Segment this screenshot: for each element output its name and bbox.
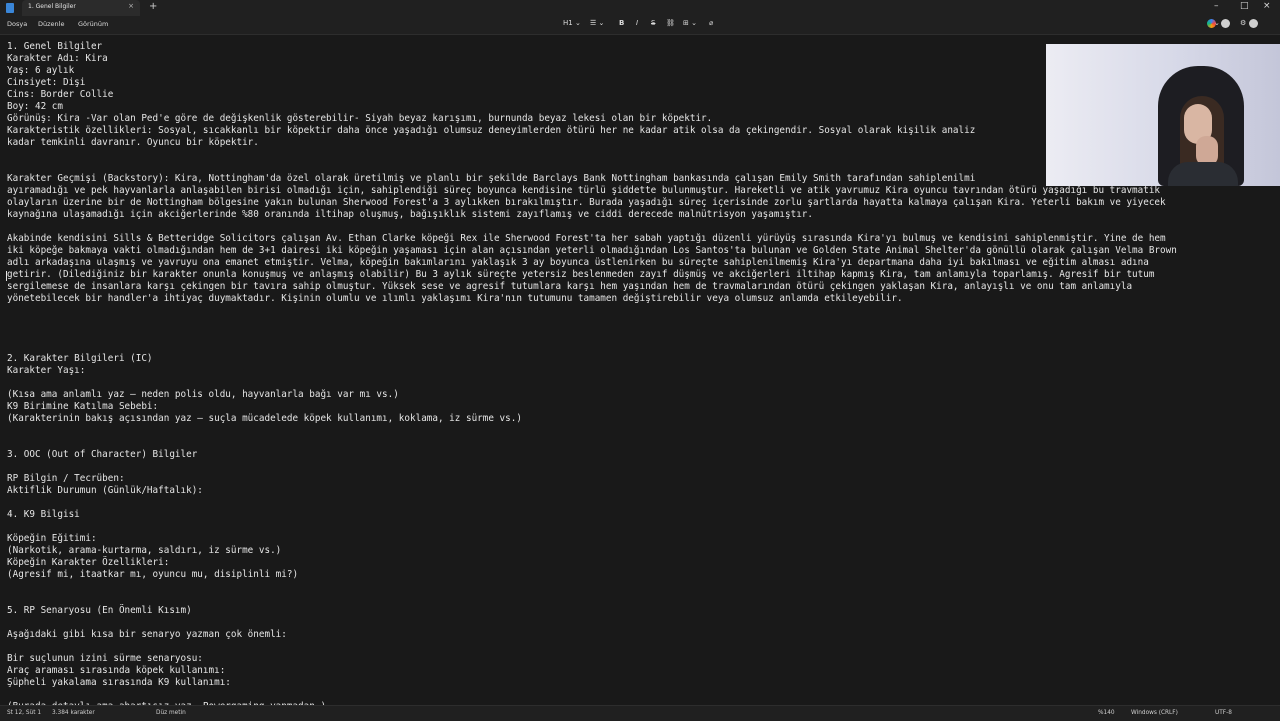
- document-line: Karakteristik özellikleri: Sosyal, sıcak…: [7, 125, 976, 136]
- title-bar: 1. Genel Bilgiler × + – □ ×: [0, 0, 1280, 16]
- document-line: Şüpheli yakalama sırasında K9 kullanımı:: [7, 677, 231, 688]
- document-line: Akabinde kendisini Sills & Betteridge So…: [7, 233, 1166, 244]
- character-count: 3.384 karakter: [52, 710, 95, 716]
- person-body: [1168, 162, 1238, 186]
- document-line: (Agresif mi, itaatkar mı, oyuncu mu, dis…: [7, 569, 299, 580]
- table-dropdown[interactable]: ⊞ ⌄: [683, 19, 697, 27]
- italic-button[interactable]: I: [636, 19, 638, 27]
- document-line: Karakter Adı: Kira: [7, 53, 108, 64]
- profile-avatar[interactable]: [1249, 19, 1258, 28]
- document-line: Cins: Border Collie: [7, 89, 114, 100]
- document-line: 2. Karakter Bilgileri (IC): [7, 353, 153, 364]
- new-tab-button[interactable]: +: [149, 1, 157, 12]
- minimize-button[interactable]: –: [1214, 1, 1219, 11]
- document-line: 1. Genel Bilgiler: [7, 41, 103, 52]
- maximize-button[interactable]: □: [1240, 1, 1249, 11]
- document-line: getirir. (Dilediğiniz bir karakter onunl…: [7, 269, 1155, 280]
- document-line: RP Bilgin / Tecrüben:: [7, 473, 125, 484]
- document-line: Araç araması sırasında köpek kullanımı:: [7, 665, 226, 676]
- menu-edit[interactable]: Düzenle: [38, 20, 64, 28]
- tab-title: 1. Genel Bilgiler: [28, 3, 76, 10]
- document-line: Görünüş: Kira -Var olan Ped'e göre de de…: [7, 113, 713, 124]
- text-caret: [6, 271, 7, 281]
- status-bar: St 12, Süt 1 3.384 karakter Düz metin %1…: [0, 705, 1280, 721]
- webcam-overlay: [1046, 44, 1280, 186]
- clear-formatting-icon[interactable]: ⌀: [709, 19, 713, 27]
- document-line: Köpeğin Karakter Özellikleri:: [7, 557, 170, 568]
- account-avatar[interactable]: [1221, 19, 1230, 28]
- tab-genel-bilgiler[interactable]: 1. Genel Bilgiler ×: [22, 0, 140, 16]
- strikethrough-button[interactable]: S: [651, 19, 655, 27]
- document-line: (Kısa ama anlamlı yaz — neden polis oldu…: [7, 389, 399, 400]
- close-window-button[interactable]: ×: [1263, 1, 1271, 11]
- document-line: Köpeğin Eğitimi:: [7, 533, 97, 544]
- document-line: olayların üzerine bir de Nottingham bölg…: [7, 197, 1166, 208]
- document-line: adlı arkadaşına ulaşmış ve yavruyu ona e…: [7, 257, 1149, 268]
- tab-close-icon[interactable]: ×: [128, 2, 134, 10]
- line-ending[interactable]: Windows (CRLF): [1131, 710, 1178, 716]
- notepad-app-icon: [6, 3, 14, 13]
- document-line: (Karakterinin bakış açısından yaz — suçl…: [7, 413, 522, 424]
- list-dropdown[interactable]: ☰ ⌄: [590, 19, 604, 27]
- document-line: Cinsiyet: Dişi: [7, 77, 86, 88]
- link-icon[interactable]: ⛓: [666, 19, 675, 27]
- document-line: kaynağına ulaşamadığı için akciğerlerind…: [7, 209, 813, 220]
- settings-icon[interactable]: ⚙: [1240, 19, 1246, 27]
- document-line: Karakter Yaşı:: [7, 365, 86, 376]
- document-line: Aşağıdaki gibi kısa bir senaryo yazman ç…: [7, 629, 287, 640]
- document-line: Boy: 42 cm: [7, 101, 63, 112]
- bold-button[interactable]: B: [619, 19, 624, 27]
- copilot-dropdown-icon[interactable]: ⌄: [1214, 19, 1220, 27]
- document-line: Aktiflik Durumun (Günlük/Haftalık):: [7, 485, 203, 496]
- heading-dropdown[interactable]: H1 ⌄: [563, 19, 581, 27]
- document-line: Yaş: 6 aylık: [7, 65, 75, 76]
- document-line: 5. RP Senaryosu (En Önemli Kısım): [7, 605, 192, 616]
- menu-view[interactable]: Görünüm: [78, 20, 108, 28]
- menu-bar: Dosya Düzenle Görünüm H1 ⌄ ☰ ⌄ B I S ⛓ ⊞…: [0, 16, 1280, 35]
- document-line: Karakter Geçmişi (Backstory): Kira, Nott…: [7, 173, 976, 184]
- document-line: (Narkotik, arama-kurtarma, saldırı, iz s…: [7, 545, 282, 556]
- menu-file[interactable]: Dosya: [7, 20, 27, 28]
- document-line: K9 Birimine Katılma Sebebi:: [7, 401, 159, 412]
- document-line: kadar temkinli davranır. Oyuncu bir köpe…: [7, 137, 259, 148]
- zoom-level[interactable]: %140: [1098, 710, 1115, 716]
- document-line: 3. OOC (Out of Character) Bilgiler: [7, 449, 198, 460]
- document-line: sergilemese de insanlara karşı çekingen …: [7, 281, 1133, 292]
- document-line: iki köpeğe bakmaya vakti olmadığından he…: [7, 245, 1177, 256]
- document-line: ayıramadığı ve pek hayvanlarla anlaşabil…: [7, 185, 1161, 196]
- encoding[interactable]: UTF-8: [1215, 710, 1232, 716]
- document-line: Bir suçlunun izini sürme senaryosu:: [7, 653, 203, 664]
- cursor-position: St 12, Süt 1: [7, 710, 42, 716]
- document-line: yönetebilecek bir handler'a ihtiyaç duym…: [7, 293, 903, 304]
- document-line: 4. K9 Bilgisi: [7, 509, 80, 520]
- text-format[interactable]: Düz metin: [156, 710, 186, 716]
